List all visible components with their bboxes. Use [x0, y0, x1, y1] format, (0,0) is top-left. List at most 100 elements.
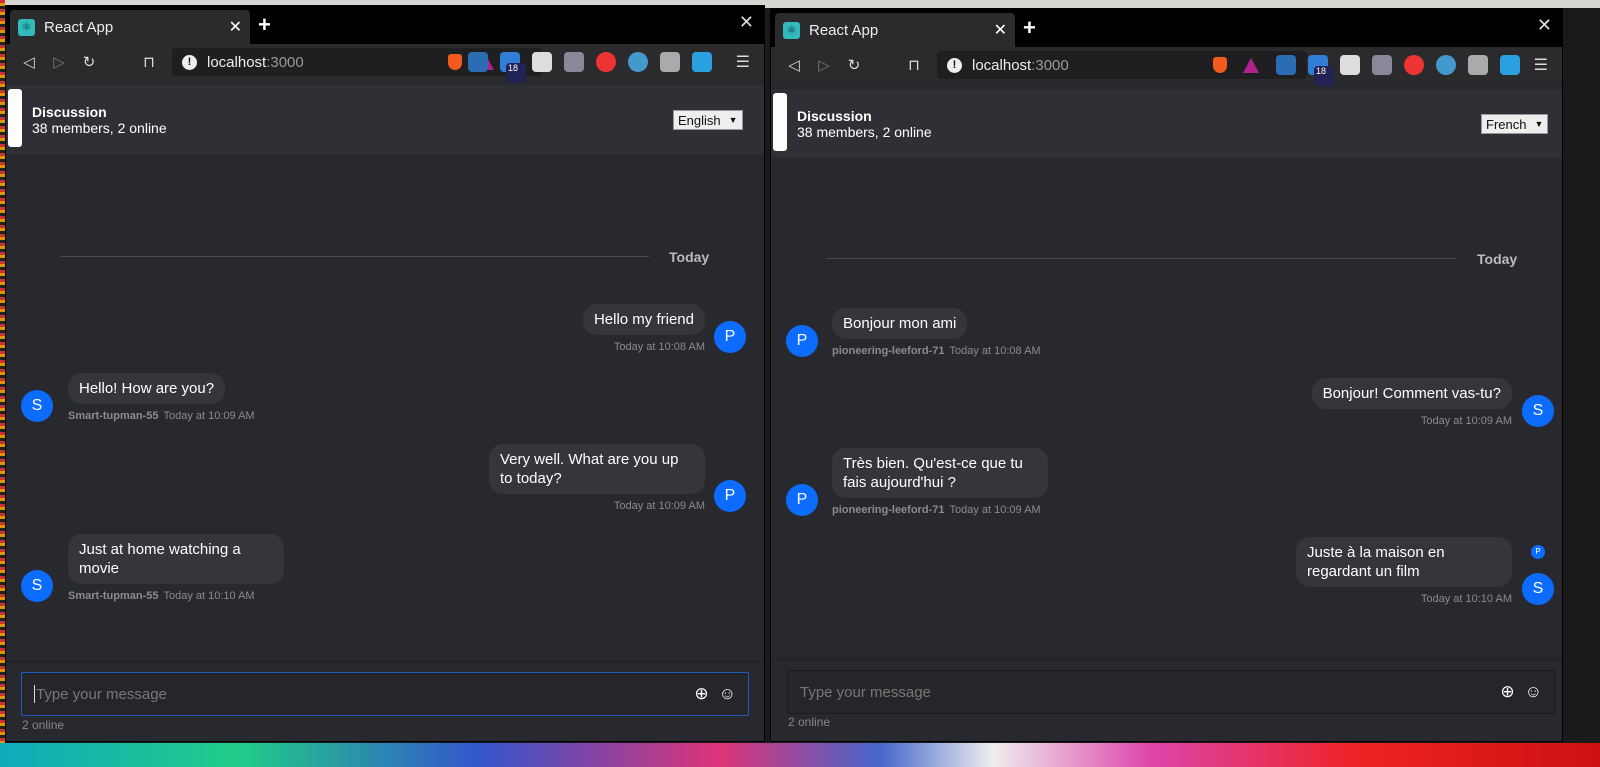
extension-badge-count: 18 — [1314, 66, 1334, 86]
close-tab-icon[interactable]: ✕ — [229, 17, 242, 37]
avatar[interactable]: S — [21, 570, 53, 602]
site-info-icon[interactable]: ! — [182, 54, 197, 70]
message-author[interactable]: Smart-tupman-55 — [68, 590, 158, 602]
browser-tab[interactable]: ⚛ React App ✕ — [775, 13, 1015, 47]
online-status: 2 online — [22, 718, 65, 732]
screenshot-extension-icon[interactable] — [1372, 55, 1392, 75]
bookmark-icon[interactable]: ⊓ — [134, 53, 164, 71]
avatar[interactable]: P — [786, 325, 818, 357]
site-info-icon[interactable]: ! — [947, 57, 962, 73]
message-meta: Today at 10:08 AM — [614, 341, 705, 353]
add-attachment-icon[interactable]: ⊕ — [1500, 682, 1514, 702]
language-selected: English — [678, 112, 721, 128]
new-tab-button[interactable]: + — [1023, 15, 1036, 41]
message-bubble: Very well. What are you up to today? — [489, 444, 705, 494]
brave-rewards-icon[interactable] — [1243, 57, 1259, 73]
message-bubble: Juste à la maison en regardant un film — [1296, 537, 1512, 587]
add-attachment-icon[interactable]: ⊕ — [694, 684, 708, 704]
notion-icon[interactable] — [1340, 55, 1360, 75]
message-meta: Smart-tupman-55 Today at 10:09 AM — [68, 410, 255, 422]
channel-title: Discussion — [32, 104, 107, 120]
brave-shields-icon[interactable] — [1213, 57, 1227, 73]
screenshot-extension-icon[interactable] — [564, 52, 584, 72]
notion-icon[interactable] — [532, 52, 552, 72]
pocket-icon[interactable] — [660, 52, 680, 72]
bitwarden-icon[interactable] — [1276, 55, 1296, 75]
reload-button[interactable]: ↻ — [839, 56, 869, 74]
message-input[interactable]: Type your message ⊕ ☺ — [21, 672, 749, 716]
message-meta: pioneering-leeford-71 Today at 10:08 AM — [832, 345, 1041, 357]
message-bubble: Hello! How are you? — [68, 373, 226, 404]
forward-button[interactable]: ▷ — [809, 56, 839, 74]
date-divider-label: Today — [1477, 251, 1518, 267]
avatar[interactable]: P — [714, 321, 746, 353]
back-button[interactable]: ◁ — [14, 53, 44, 71]
message-meta: Today at 10:10 AM — [1421, 593, 1512, 605]
date-divider-label: Today — [669, 249, 710, 265]
chevron-down-icon: ▼ — [728, 115, 738, 125]
message-time: Today at 10:09 AM — [1420, 415, 1512, 427]
avatar[interactable]: S — [21, 390, 53, 422]
url-port: :3000 — [1031, 56, 1069, 74]
close-window-button[interactable]: ✕ — [739, 12, 754, 33]
message-time: Today at 10:08 AM — [949, 345, 1041, 357]
close-tab-icon[interactable]: ✕ — [994, 20, 1007, 40]
extension-red-icon[interactable] — [1404, 55, 1424, 75]
browser-tab[interactable]: ⚛ React App ✕ — [10, 10, 250, 44]
translate-extension-icon[interactable]: 18 — [1308, 55, 1334, 86]
language-select[interactable]: French ▼ — [1481, 114, 1549, 134]
back-button[interactable]: ◁ — [779, 56, 809, 74]
message-author[interactable]: Smart-tupman-55 — [68, 410, 158, 422]
sidebar-toggle[interactable] — [8, 89, 22, 147]
extensions-bar: 18 — [1276, 55, 1520, 86]
bitwarden-icon[interactable] — [468, 52, 488, 72]
forward-button[interactable]: ▷ — [44, 53, 74, 71]
channel-members: 38 members, 2 online — [32, 120, 167, 136]
browser-window-english: ⚛ React App ✕ + ✕ ◁ ▷ ↻ ⊓! localhost:3000 18 ☰ Discu… — [5, 5, 765, 742]
channel-title: Discussion — [797, 108, 872, 124]
extension-badge-count: 18 — [506, 63, 526, 83]
extension-c-icon[interactable] — [1436, 55, 1456, 75]
extensions-bar: 18 — [468, 52, 712, 83]
extension-c-icon[interactable] — [628, 52, 648, 72]
text-caret — [34, 685, 35, 703]
message-time: Today at 10:09 AM — [163, 410, 255, 422]
avatar[interactable]: P — [714, 480, 746, 512]
channel-members: 38 members, 2 online — [797, 124, 932, 140]
avatar[interactable]: P — [786, 484, 818, 516]
message-author[interactable]: pioneering-leeford-71 — [832, 504, 944, 516]
tab-title: React App — [44, 18, 114, 36]
avatar[interactable]: S — [1522, 573, 1554, 605]
extension-red-icon[interactable] — [596, 52, 616, 72]
message-meta: Today at 10:09 AM — [614, 500, 705, 512]
pocket-icon[interactable] — [1468, 55, 1488, 75]
url-host: localhost — [207, 53, 267, 71]
emoji-icon[interactable]: ☺ — [1525, 682, 1542, 702]
message-meta: pioneering-leeford-71 Today at 10:09 AM — [832, 504, 1041, 516]
date-divider-line — [826, 258, 1457, 259]
browser-toolbar: ◁ ▷ ↻ ⊓ ! localhost:3000 18 ☰ — [771, 47, 1562, 86]
language-select[interactable]: English ▼ — [673, 110, 743, 130]
brave-shields-icon[interactable] — [448, 54, 462, 70]
browser-menu-button[interactable]: ☰ — [1534, 55, 1548, 75]
message-bubble: Just at home watching a movie — [68, 534, 284, 584]
avatar[interactable]: S — [1522, 395, 1554, 427]
bookmark-icon[interactable]: ⊓ — [899, 56, 929, 74]
browser-toolbar: ◁ ▷ ↻ ⊓! localhost:3000 18 ☰ — [6, 44, 764, 83]
new-tab-button[interactable]: + — [258, 12, 271, 38]
message-input[interactable]: Type your message ⊕ ☺ — [787, 670, 1555, 714]
trello-icon[interactable] — [1500, 55, 1520, 75]
date-divider-line — [61, 256, 649, 257]
message-bubble: Hello my friend — [582, 304, 705, 335]
message-time: Today at 10:09 AM — [613, 500, 705, 512]
reload-button[interactable]: ↻ — [74, 53, 104, 71]
message-author[interactable]: pioneering-leeford-71 — [832, 345, 944, 357]
browser-menu-button[interactable]: ☰ — [736, 52, 750, 72]
emoji-icon[interactable]: ☺ — [719, 684, 736, 704]
translate-extension-icon[interactable]: 18 — [500, 52, 526, 83]
sidebar-toggle[interactable] — [773, 93, 787, 151]
close-window-button[interactable]: ✕ — [1537, 15, 1552, 36]
trello-icon[interactable] — [692, 52, 712, 72]
message-bubble: Bonjour mon ami — [832, 308, 968, 339]
address-bar[interactable]: ! localhost:3000 — [937, 51, 1307, 79]
